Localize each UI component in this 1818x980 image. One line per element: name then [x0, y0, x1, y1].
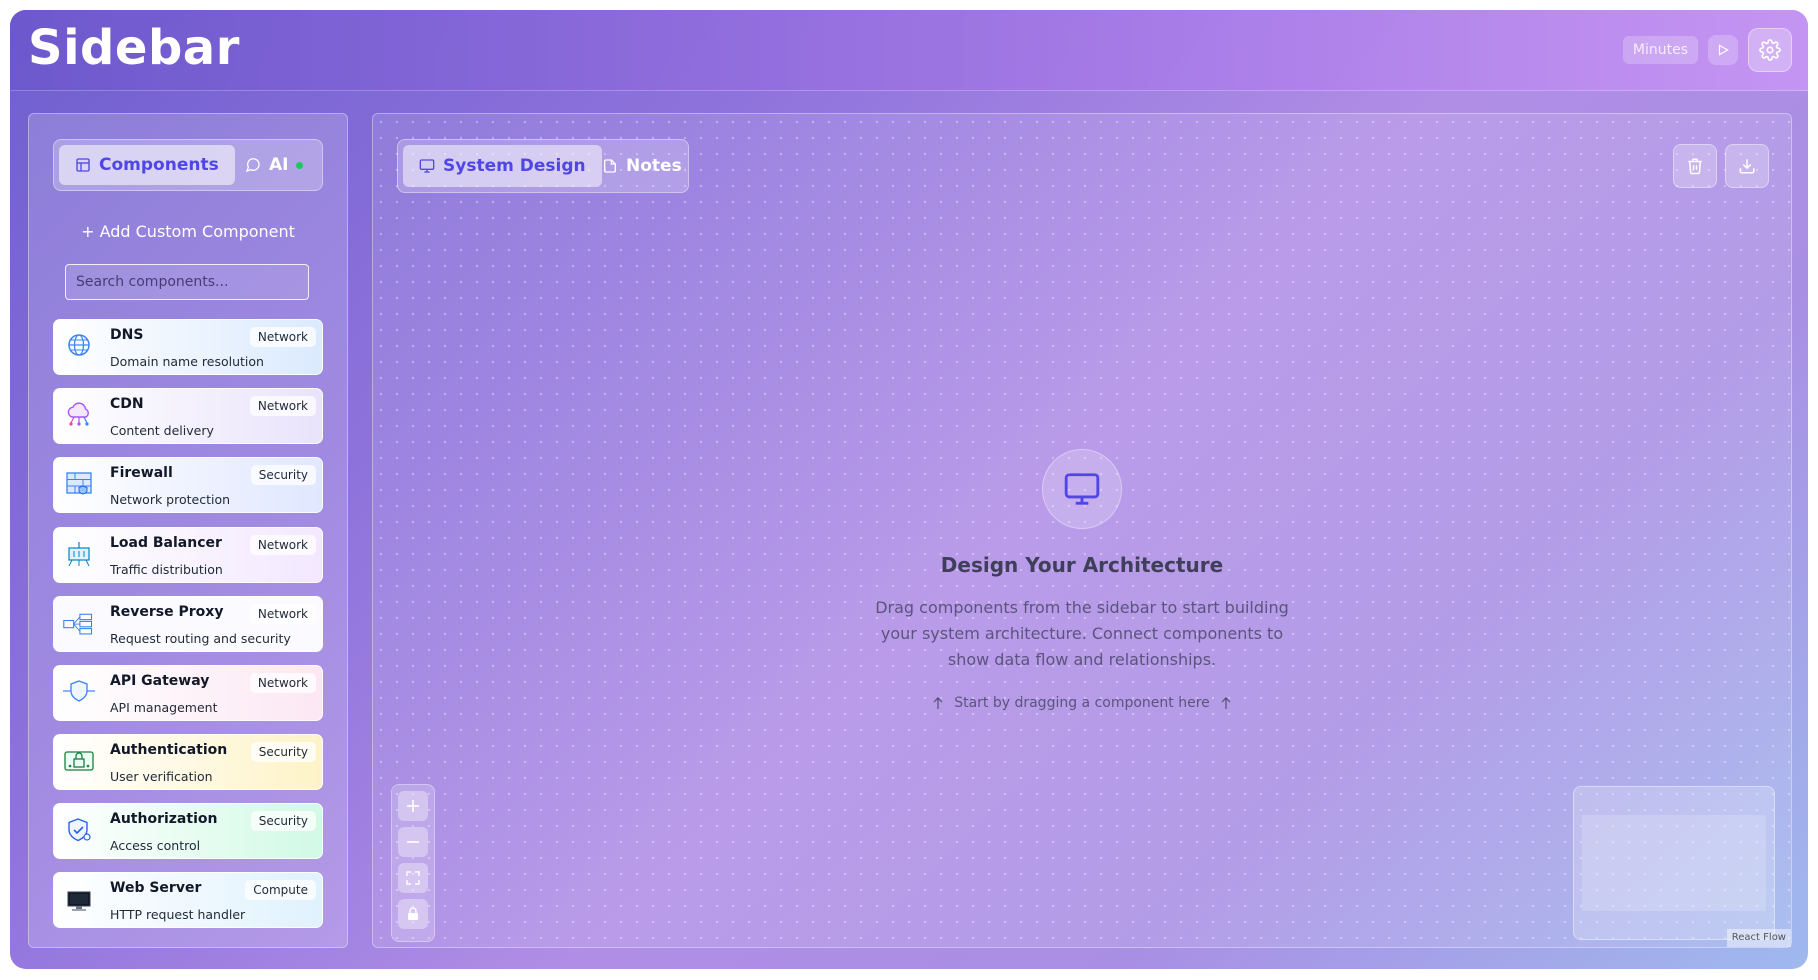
play-button[interactable] [1708, 35, 1738, 65]
category-badge: Network [249, 327, 316, 347]
component-card-web-server[interactable]: Web Server HTTP request handler Compute [53, 872, 323, 928]
component-name: Load Balancer [110, 535, 222, 551]
component-name: DNS [110, 327, 144, 343]
empty-state-hint-text: Start by dragging a component here [954, 695, 1210, 711]
add-custom-component-button[interactable]: + Add Custom Component [29, 222, 347, 241]
minus-icon [407, 841, 419, 843]
layout-icon [76, 158, 90, 172]
load-balancer-icon [62, 538, 96, 574]
component-description: Access control [110, 838, 201, 853]
zoom-in-button[interactable] [398, 791, 428, 821]
lock-icon [408, 907, 418, 920]
empty-state-title: Design Your Architecture [940, 553, 1224, 577]
component-card-load-balancer[interactable]: Load Balancer Traffic distribution Netwo… [53, 527, 323, 583]
tab-notes[interactable]: Notes [586, 145, 698, 187]
empty-state: Design Your Architecture Drag components… [373, 449, 1791, 711]
settings-button[interactable] [1748, 28, 1792, 72]
ai-status-dot [296, 161, 304, 169]
component-description: Request routing and security [110, 631, 291, 646]
globe-icon [62, 330, 96, 366]
download-icon [1739, 159, 1755, 174]
app-title: Sidebar [28, 20, 240, 76]
component-description: API management [110, 700, 218, 715]
monitor-icon [419, 159, 435, 173]
category-badge: Compute [245, 880, 316, 900]
category-badge: Security [250, 742, 316, 762]
tab-ai[interactable]: AI [229, 145, 319, 185]
component-description: User verification [110, 769, 213, 784]
reverse-proxy-icon [62, 607, 96, 643]
cloud-network-icon [62, 399, 96, 435]
component-name: Authorization [110, 811, 218, 827]
arrow-up-icon [933, 697, 943, 709]
plus-icon [407, 800, 419, 812]
category-badge: Network [249, 673, 316, 693]
trash-icon [1688, 158, 1702, 175]
tab-notes-label: Notes [626, 156, 682, 176]
fit-view-icon [406, 871, 420, 885]
component-description: Domain name resolution [110, 354, 264, 369]
category-badge: Security [250, 465, 316, 485]
delete-button[interactable] [1673, 144, 1717, 188]
component-sidebar: Components AI + Add Custom Component DNS… [28, 113, 348, 948]
shield-check-icon [62, 814, 96, 850]
lock-button[interactable] [398, 899, 428, 929]
lock-icon [62, 745, 96, 781]
empty-state-hint: Start by dragging a component here [373, 695, 1791, 711]
component-name: Authentication [110, 742, 228, 758]
arrow-up-icon [1221, 697, 1231, 709]
component-card-dns[interactable]: DNS Domain name resolution Network [53, 319, 323, 375]
fit-view-button[interactable] [398, 863, 428, 893]
component-name: CDN [110, 396, 144, 412]
tab-ai-label: AI [269, 155, 289, 175]
top-actions: Minutes [1622, 28, 1792, 72]
tab-system-design-label: System Design [443, 156, 586, 176]
chat-icon [245, 158, 260, 173]
zoom-out-button[interactable] [398, 827, 428, 857]
component-card-firewall[interactable]: Firewall Network protection Security [53, 457, 323, 513]
component-name: Web Server [110, 880, 202, 896]
category-badge: Network [249, 535, 316, 555]
tab-system-design[interactable]: System Design [403, 145, 602, 187]
tab-components-label: Components [99, 155, 219, 175]
monitor-icon [62, 883, 96, 919]
zoom-controls [391, 784, 435, 942]
sidebar-tabs: Components AI [53, 139, 323, 191]
design-canvas[interactable]: System Design Notes Design Your Architec… [372, 113, 1792, 948]
timer-minutes-field[interactable]: Minutes [1622, 36, 1698, 64]
play-icon [1718, 44, 1729, 56]
search-input[interactable] [65, 264, 309, 300]
minimap[interactable] [1573, 786, 1775, 940]
category-badge: Network [249, 396, 316, 416]
firewall-icon [62, 468, 96, 504]
component-card-authorization[interactable]: Authorization Access control Security [53, 803, 323, 859]
component-description: HTTP request handler [110, 907, 246, 922]
tab-components[interactable]: Components [59, 145, 235, 185]
download-button[interactable] [1725, 144, 1769, 188]
component-card-authentication[interactable]: Authentication User verification Securit… [53, 734, 323, 790]
component-name: API Gateway [110, 673, 210, 689]
app-window: Sidebar Minutes Components AI + Add Cust… [10, 10, 1808, 969]
category-badge: Network [249, 604, 316, 624]
component-card-reverse-proxy[interactable]: Reverse Proxy Request routing and securi… [53, 596, 323, 652]
component-name: Reverse Proxy [110, 604, 224, 620]
canvas-tabs: System Design Notes [397, 139, 689, 193]
empty-state-text: Drag components from the sidebar to star… [875, 598, 1289, 669]
category-badge: Security [250, 811, 316, 831]
canvas-actions [1673, 144, 1769, 188]
gear-icon [1759, 39, 1781, 61]
top-bar: Sidebar Minutes [10, 10, 1808, 91]
component-card-cdn[interactable]: CDN Content delivery Network [53, 388, 323, 444]
component-description: Network protection [110, 492, 231, 507]
react-flow-attribution[interactable]: React Flow [1726, 929, 1791, 947]
component-description: Traffic distribution [110, 562, 223, 577]
minimap-viewport [1582, 815, 1766, 911]
shield-gateway-icon [62, 676, 96, 712]
component-name: Firewall [110, 465, 173, 481]
note-icon [604, 159, 616, 173]
component-description: Content delivery [110, 423, 214, 438]
monitor-icon [1042, 449, 1122, 529]
component-card-api-gateway[interactable]: API Gateway API management Network [53, 665, 323, 721]
